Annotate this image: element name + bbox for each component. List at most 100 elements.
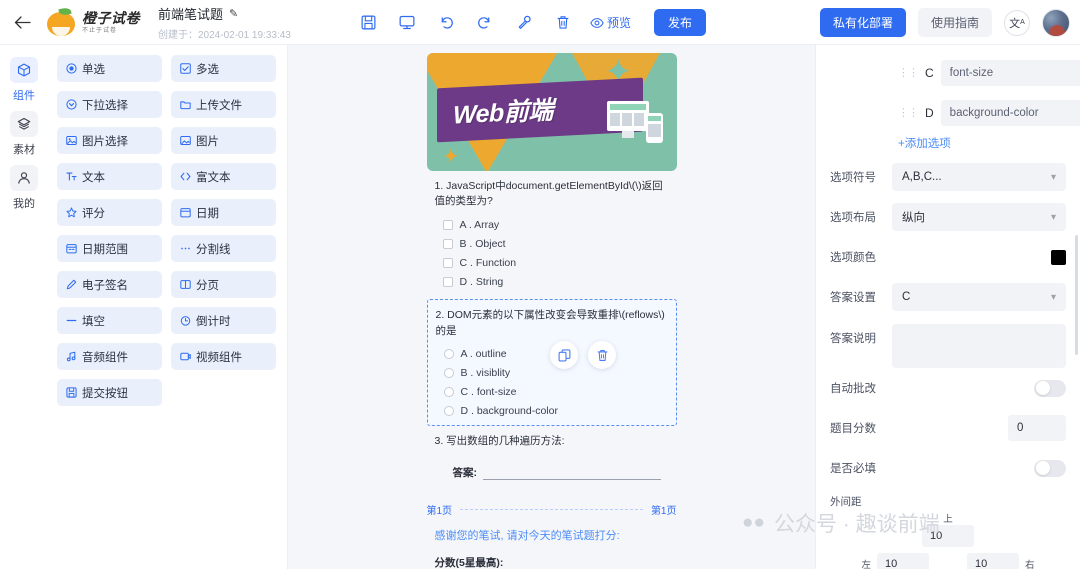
form-canvas[interactable]: ✦ ✦ Web前端 1. JavaScript中document.getEleme… xyxy=(288,45,815,569)
palette-item-upload[interactable]: 上传文件 xyxy=(171,91,276,118)
option-value-input[interactable] xyxy=(940,100,1080,126)
arrow-left-icon xyxy=(14,15,31,29)
fill-question-block[interactable]: 3. 写出数组的几种遍历方法: 答案: xyxy=(427,426,677,488)
avatar[interactable] xyxy=(1042,8,1070,37)
palette-item-label: 图片选择 xyxy=(82,135,128,148)
prop-layout: 选项布局 纵向 ▾ xyxy=(830,197,1066,237)
palette-item-dropdown[interactable]: 下拉选择 xyxy=(57,91,162,118)
palette-item-blank[interactable]: 填空 xyxy=(57,307,162,334)
sidebar-label-materials: 素材 xyxy=(13,144,35,156)
document-meta: 前端笔试题 ✎ 创建于：2024-02-01 19:33:43 xyxy=(158,4,291,41)
translate-icon[interactable]: 文A xyxy=(1004,9,1030,36)
image-select-icon xyxy=(66,135,77,146)
usage-guide-button[interactable]: 使用指南 xyxy=(917,8,992,37)
palette-item-signature[interactable]: 电子签名 xyxy=(57,271,162,298)
preview-button[interactable]: 预览 xyxy=(590,14,631,31)
radio-icon[interactable] xyxy=(443,387,454,398)
form-banner-image[interactable]: ✦ ✦ Web前端 xyxy=(426,53,677,171)
trash-icon[interactable] xyxy=(588,341,616,369)
margin-right-input[interactable] xyxy=(967,553,1019,569)
theme-icon[interactable] xyxy=(514,13,534,33)
save-icon[interactable] xyxy=(358,13,378,33)
question-option[interactable]: C . Function xyxy=(435,253,669,272)
radio-icon[interactable] xyxy=(443,349,454,360)
palette-item-pagination[interactable]: 分页 xyxy=(171,271,276,298)
calendar-icon xyxy=(180,207,191,218)
add-option-button[interactable]: +添加选项 xyxy=(830,135,1066,151)
palette-item-countdown[interactable]: 倒计时 xyxy=(171,307,276,334)
question-option[interactable]: A . Array xyxy=(435,215,669,234)
publish-button[interactable]: 发布 xyxy=(654,9,707,36)
question-block[interactable]: 1. JavaScript中document.getElementById\(\… xyxy=(427,171,677,295)
checkbox-icon[interactable] xyxy=(442,238,453,249)
radio-icon[interactable] xyxy=(443,368,454,379)
properties-scrollbar[interactable] xyxy=(1075,235,1078,355)
option-value-input[interactable] xyxy=(940,60,1080,86)
palette-item-label: 填空 xyxy=(82,315,105,328)
answer-explain-textarea[interactable] xyxy=(892,324,1066,368)
prop-auto-grade-label: 自动批改 xyxy=(830,383,876,395)
sidebar-item-mine[interactable]: 我的 xyxy=(10,165,38,211)
palette-item-calendar[interactable]: 日期 xyxy=(171,199,276,226)
palette-item-label: 富文本 xyxy=(196,171,231,184)
sidebar-label-mine: 我的 xyxy=(13,198,35,210)
question-list: 1. JavaScript中document.getElementById\(\… xyxy=(426,171,677,426)
drag-handle-icon[interactable]: ⋮⋮ xyxy=(898,107,919,119)
palette-item-image-select[interactable]: 图片选择 xyxy=(57,127,162,154)
chevron-down-icon: ▾ xyxy=(1050,211,1056,223)
palette-item-star[interactable]: 评分 xyxy=(57,199,162,226)
pencil-icon[interactable]: ✎ xyxy=(229,7,238,20)
sidebar-item-components[interactable]: 组件 xyxy=(10,57,38,103)
question-option[interactable]: C . font-size xyxy=(436,383,668,402)
palette-item-date-range[interactable]: 日期范围 xyxy=(57,235,162,262)
sidebar-item-materials[interactable]: 素材 xyxy=(10,111,38,157)
option-layout-select[interactable]: 纵向 ▾ xyxy=(892,203,1066,231)
question-float-actions xyxy=(550,341,616,369)
answer-select[interactable]: C ▾ xyxy=(892,283,1066,311)
checkbox-icon[interactable] xyxy=(442,257,453,268)
palette-item-audio[interactable]: 音频组件 xyxy=(57,343,162,370)
option-color-swatch[interactable] xyxy=(1051,249,1066,265)
palette-item-label: 下拉选择 xyxy=(82,99,128,112)
eye-icon xyxy=(590,17,604,28)
palette-item-richtext[interactable]: 富文本 xyxy=(171,163,276,190)
palette-item-image[interactable]: 图片 xyxy=(171,127,276,154)
palette-item-video[interactable]: 视频组件 xyxy=(171,343,276,370)
upload-icon xyxy=(180,99,191,110)
date-range-icon xyxy=(66,243,77,254)
private-deploy-button[interactable]: 私有化部署 xyxy=(819,8,906,37)
palette-item-checkbox[interactable]: 多选 xyxy=(171,55,276,82)
preview-device-icon[interactable] xyxy=(397,13,417,33)
option-symbol-select[interactable]: A,B,C... ▾ xyxy=(892,163,1066,191)
margin-top-label: 上 xyxy=(943,514,953,525)
undo-icon[interactable] xyxy=(436,13,456,33)
palette-item-text[interactable]: 文本 xyxy=(57,163,162,190)
palette-item-submit[interactable]: 提交按钮 xyxy=(57,379,162,406)
question-option[interactable]: B . Object xyxy=(435,234,669,253)
copy-icon[interactable] xyxy=(550,341,578,369)
drag-handle-icon[interactable]: ⋮⋮ xyxy=(898,67,919,79)
auto-grade-toggle[interactable] xyxy=(1034,379,1066,397)
margin-left-input[interactable] xyxy=(877,553,929,569)
checkbox-icon[interactable] xyxy=(442,219,453,230)
brand-logo-block[interactable]: 橙子试卷 不止于试卷 xyxy=(46,6,140,37)
radio-icon[interactable] xyxy=(443,406,454,417)
palette-item-divider[interactable]: 分割线 xyxy=(171,235,276,262)
redo-icon[interactable] xyxy=(475,13,495,33)
app-body: 组件 素材 我的 单选 多选 下拉选择 上传文件 图片选择 图片 文本 富文本 … xyxy=(0,45,1080,569)
question-score-input[interactable] xyxy=(1008,415,1066,441)
margin-top-input[interactable] xyxy=(922,525,974,547)
question-option[interactable]: D . background-color xyxy=(436,402,668,421)
option-key: D xyxy=(925,106,934,120)
device-illustration-icon xyxy=(606,101,663,145)
palette-item-label: 评分 xyxy=(82,207,105,220)
palette-item-radio[interactable]: 单选 xyxy=(57,55,162,82)
required-toggle[interactable] xyxy=(1034,459,1066,477)
score-label: 分数(5星最高): xyxy=(434,557,504,569)
checkbox-icon[interactable] xyxy=(442,276,453,287)
question-option[interactable]: D . String xyxy=(435,272,669,291)
banner-title: Web前端 xyxy=(452,96,553,130)
back-button[interactable] xyxy=(0,0,44,45)
delete-icon[interactable] xyxy=(553,13,573,33)
fill-answer-input[interactable] xyxy=(483,467,661,481)
